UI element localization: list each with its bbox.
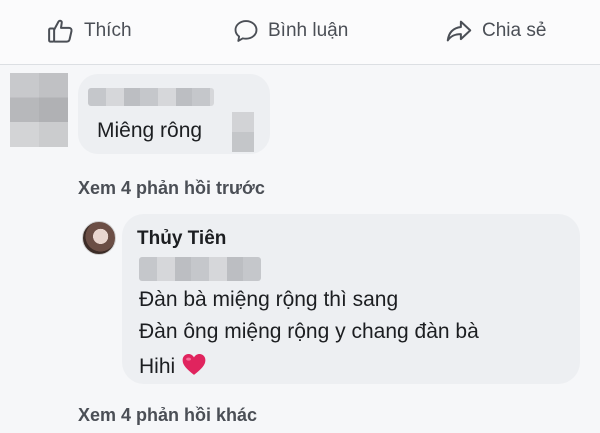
- share-arrow-icon: [444, 16, 474, 46]
- blurred-emoji: [232, 112, 254, 152]
- speech-bubble-icon: [232, 17, 260, 45]
- heart-icon: [181, 352, 207, 382]
- blurred-tagged-name[interactable]: [139, 257, 261, 281]
- post-action-bar: Thích Bình luận Chia sẻ: [0, 0, 600, 65]
- comment-label: Bình luận: [268, 20, 349, 41]
- blurred-avatar[interactable]: [10, 73, 68, 147]
- thumbs-up-icon: [46, 16, 76, 46]
- reply-avatar[interactable]: [82, 221, 116, 255]
- comment-text: Miêng rông: [97, 119, 203, 142]
- comment-button[interactable]: Bình luận: [232, 14, 348, 48]
- share-button[interactable]: Chia sẻ: [444, 14, 546, 48]
- reply-author-name[interactable]: Thủy Tiên: [137, 228, 226, 250]
- like-button[interactable]: Thích: [46, 14, 132, 48]
- share-label: Chia sẻ: [482, 20, 547, 41]
- view-previous-replies-link[interactable]: Xem 4 phản hồi trước: [78, 178, 265, 199]
- reply-text-line: Hihi: [139, 352, 207, 382]
- view-more-replies-link[interactable]: Xem 4 phản hồi khác: [78, 405, 257, 426]
- like-label: Thích: [84, 20, 132, 41]
- reply-text-line: Đàn ông miệng rộng y chang đàn bà: [139, 320, 479, 343]
- reply-text-hihi: Hihi: [139, 355, 176, 378]
- reply-text-line: Đàn bà miệng rộng thì sang: [139, 288, 399, 311]
- blurred-author-name[interactable]: [88, 88, 214, 106]
